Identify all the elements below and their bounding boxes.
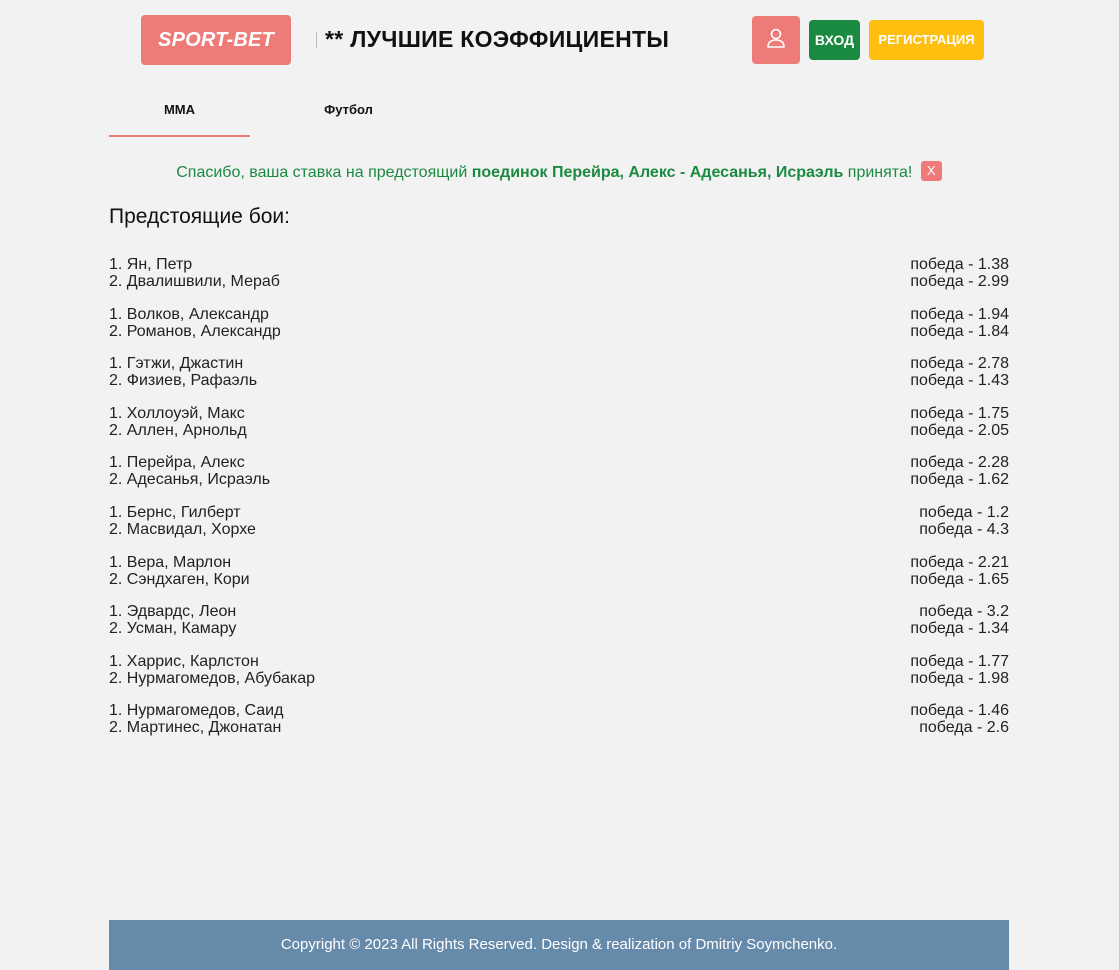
notice-fight-name: поединок Перейра, Алекс - Адесанья, Исра… bbox=[471, 164, 844, 182]
fighter-name: 2. Физиев, Рафаэль bbox=[109, 372, 258, 390]
fighter-row: 1. Нурмагомедов, Саид победа - 1.46 bbox=[109, 702, 1009, 719]
win-odds[interactable]: победа - 2.6 bbox=[919, 719, 1009, 736]
win-odds[interactable]: победа - 1.94 bbox=[910, 306, 1009, 323]
win-odds[interactable]: победа - 1.46 bbox=[910, 702, 1009, 719]
fights-list: 1. Ян, Петр победа - 1.38 2. Двалишвили,… bbox=[109, 256, 1009, 752]
fighter-name: 2. Двалишвили, Мераб bbox=[109, 273, 280, 290]
win-odds[interactable]: победа - 2.78 bbox=[910, 355, 1009, 372]
user-icon bbox=[766, 27, 786, 54]
fighter-name: 1. Холлоуэй, Макс bbox=[109, 404, 245, 422]
login-button[interactable]: ВХОД bbox=[809, 20, 860, 60]
win-odds[interactable]: победа - 1.77 bbox=[910, 653, 1009, 670]
win-odds[interactable]: победа - 3.2 bbox=[919, 603, 1009, 620]
fighter-name: 1. Бернс, Гилберт bbox=[109, 503, 241, 521]
fighter-name: 2. Романов, Александр bbox=[109, 322, 281, 340]
fight-item: 1. Эдвардс, Леон победа - 3.2 2. Усман, … bbox=[109, 603, 1009, 653]
active-tab-indicator bbox=[109, 135, 250, 137]
register-button[interactable]: РЕГИСТРАЦИЯ bbox=[869, 20, 984, 60]
fighter-row: 1. Ян, Петр победа - 1.38 bbox=[109, 256, 1009, 273]
fighter-name: 1. Перейра, Алекс bbox=[109, 454, 245, 472]
win-odds[interactable]: победа - 1.84 bbox=[910, 323, 1009, 340]
fighter-name: 2. Нурмагомедов, Абубакар bbox=[109, 669, 316, 687]
logo[interactable]: SPORT-BET bbox=[141, 15, 291, 65]
tab-mma[interactable]: MMA bbox=[109, 96, 250, 136]
win-odds[interactable]: победа - 1.65 bbox=[910, 571, 1009, 588]
win-odds[interactable]: победа - 1.62 bbox=[910, 471, 1009, 488]
win-odds[interactable]: победа - 1.75 bbox=[910, 405, 1009, 422]
bet-confirmation-notice: Спасибо, ваша ставка на предстоящий поед… bbox=[0, 161, 1118, 183]
win-odds[interactable]: победа - 2.28 bbox=[910, 454, 1009, 471]
fighter-row: 1. Вера, Марлон победа - 2.21 bbox=[109, 554, 1009, 571]
fight-item: 1. Бернс, Гилберт победа - 1.2 2. Масвид… bbox=[109, 504, 1009, 554]
fighter-row: 2. Мартинес, Джонатан победа - 2.6 bbox=[109, 719, 1009, 736]
fighter-row: 1. Эдвардс, Леон победа - 3.2 bbox=[109, 603, 1009, 620]
fighter-row: 2. Романов, Александр победа - 1.84 bbox=[109, 323, 1009, 340]
notice-close-button[interactable]: X bbox=[920, 161, 942, 181]
fighter-name: 1. Харрис, Карлстон bbox=[109, 652, 259, 670]
fight-item: 1. Нурмагомедов, Саид победа - 1.46 2. М… bbox=[109, 702, 1009, 752]
fighter-name: 2. Мартинес, Джонатан bbox=[109, 719, 282, 737]
fight-item: 1. Харрис, Карлстон победа - 1.77 2. Нур… bbox=[109, 653, 1009, 703]
fighter-row: 2. Аллен, Арнольд победа - 2.05 bbox=[109, 422, 1009, 439]
fighter-row: 1. Перейра, Алекс победа - 2.28 bbox=[109, 454, 1009, 471]
fighter-row: 2. Усман, Камару победа - 1.34 bbox=[109, 620, 1009, 637]
fighter-row: 2. Сэндхаген, Кори победа - 1.65 bbox=[109, 571, 1009, 588]
fight-item: 1. Ян, Петр победа - 1.38 2. Двалишвили,… bbox=[109, 256, 1009, 306]
fighter-name: 2. Усман, Камару bbox=[109, 620, 237, 638]
win-odds[interactable]: победа - 1.2 bbox=[919, 504, 1009, 521]
win-odds[interactable]: победа - 2.99 bbox=[910, 273, 1009, 290]
header: SPORT-BET ** ЛУЧШИЕ КОЭФФИЦИЕНТЫ ВХОД РЕ… bbox=[0, 0, 1120, 80]
notice-suffix: принята! bbox=[843, 164, 913, 182]
fighter-row: 1. Гэтжи, Джастин победа - 2.78 bbox=[109, 355, 1009, 372]
fight-item: 1. Холлоуэй, Макс победа - 1.75 2. Аллен… bbox=[109, 405, 1009, 455]
fighter-name: 2. Масвидал, Хорхе bbox=[109, 520, 256, 538]
footer: Copyright © 2023 All Rights Reserved. De… bbox=[109, 920, 1009, 970]
fighter-row: 1. Холлоуэй, Макс победа - 1.75 bbox=[109, 405, 1009, 422]
fighter-name: 2. Аллен, Арнольд bbox=[109, 421, 247, 439]
fighter-name: 1. Эдвардс, Леон bbox=[109, 603, 237, 621]
win-odds[interactable]: победа - 1.98 bbox=[910, 670, 1009, 687]
fighter-row: 1. Харрис, Карлстон победа - 1.77 bbox=[109, 653, 1009, 670]
fighter-name: 1. Вера, Марлон bbox=[109, 553, 232, 571]
fighter-name: 1. Ян, Петр bbox=[109, 256, 193, 273]
fighter-name: 2. Адесанья, Исраэль bbox=[109, 471, 271, 489]
section-heading: Предстоящие бои: bbox=[109, 205, 290, 228]
fight-item: 1. Перейра, Алекс победа - 2.28 2. Адеса… bbox=[109, 454, 1009, 504]
user-button[interactable] bbox=[752, 16, 800, 64]
fighter-name: 1. Нурмагомедов, Саид bbox=[109, 702, 284, 720]
fighter-row: 2. Физиев, Рафаэль победа - 1.43 bbox=[109, 372, 1009, 389]
notice-prefix: Спасибо, ваша ставка на предстоящий bbox=[176, 164, 472, 182]
tab-football[interactable]: Футбол bbox=[278, 96, 419, 136]
fighter-row: 2. Адесанья, Исраэль победа - 1.62 bbox=[109, 471, 1009, 488]
page-title: ** ЛУЧШИЕ КОЭФФИЦИЕНТЫ bbox=[325, 26, 670, 52]
fighter-row: 1. Волков, Александр победа - 1.94 bbox=[109, 306, 1009, 323]
fight-item: 1. Волков, Александр победа - 1.94 2. Ро… bbox=[109, 306, 1009, 356]
fight-item: 1. Гэтжи, Джастин победа - 2.78 2. Физие… bbox=[109, 355, 1009, 405]
fight-item: 1. Вера, Марлон победа - 2.21 2. Сэндхаг… bbox=[109, 554, 1009, 604]
title-divider bbox=[316, 32, 317, 48]
win-odds[interactable]: победа - 1.38 bbox=[910, 256, 1009, 273]
win-odds[interactable]: победа - 2.21 bbox=[910, 554, 1009, 571]
win-odds[interactable]: победа - 4.3 bbox=[919, 521, 1009, 538]
fighter-row: 2. Масвидал, Хорхе победа - 4.3 bbox=[109, 521, 1009, 538]
win-odds[interactable]: победа - 1.34 bbox=[910, 620, 1009, 637]
win-odds[interactable]: победа - 2.05 bbox=[910, 422, 1009, 439]
fighter-row: 2. Двалишвили, Мераб победа - 2.99 bbox=[109, 273, 1009, 290]
fighter-row: 2. Нурмагомедов, Абубакар победа - 1.98 bbox=[109, 670, 1009, 687]
win-odds[interactable]: победа - 1.43 bbox=[910, 372, 1009, 389]
fighter-name: 1. Волков, Александр bbox=[109, 305, 269, 323]
fighter-name: 2. Сэндхаген, Кори bbox=[109, 570, 250, 588]
fighter-row: 1. Бернс, Гилберт победа - 1.2 bbox=[109, 504, 1009, 521]
fighter-name: 1. Гэтжи, Джастин bbox=[109, 355, 244, 373]
